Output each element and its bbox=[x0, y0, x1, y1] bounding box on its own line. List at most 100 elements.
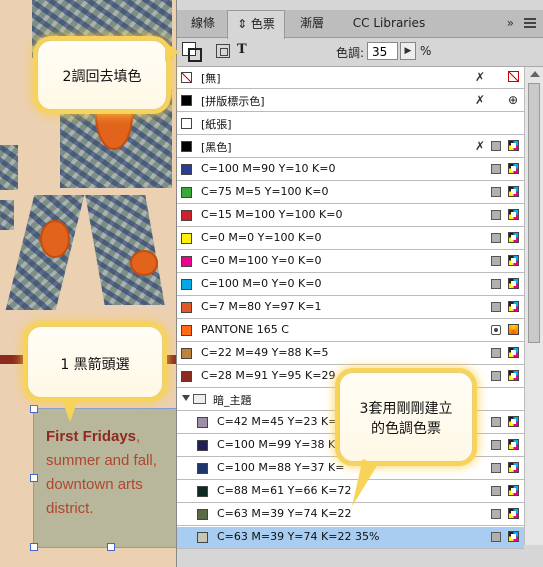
swatch-name: C=28 M=91 Y=95 K=29 bbox=[201, 369, 336, 382]
no-edit-icon: ✗ bbox=[475, 70, 486, 84]
process-color-icon bbox=[491, 463, 501, 473]
callout-right: 3套用剛剛建立的色調色票 bbox=[339, 372, 473, 462]
formatting-text-icon[interactable]: T bbox=[237, 42, 247, 57]
scroll-up-icon[interactable] bbox=[530, 71, 540, 77]
swatch-name: C=22 M=49 Y=88 K=5 bbox=[201, 346, 329, 359]
swatch-name: C=100 M=0 Y=0 K=0 bbox=[201, 277, 322, 290]
cmyk-mode-icon bbox=[508, 140, 519, 151]
swatch-name: C=7 M=80 Y=97 K=1 bbox=[201, 300, 322, 313]
stroke-box-icon[interactable] bbox=[188, 48, 202, 62]
frame-handle[interactable] bbox=[30, 405, 38, 413]
swatch-name: C=88 M=61 Y=66 K=72 bbox=[217, 484, 352, 497]
swatch-row[interactable]: C=0 M=100 Y=0 K=0 bbox=[177, 251, 524, 273]
process-color-icon bbox=[491, 371, 501, 381]
swatch-chip bbox=[181, 141, 192, 152]
frame-text-bold: First Fridays bbox=[46, 428, 137, 445]
swatch-name: C=42 M=45 Y=23 K=0 bbox=[217, 415, 345, 428]
swatch-chip bbox=[181, 325, 192, 336]
cmyk-mode-icon bbox=[508, 439, 519, 450]
process-color-icon bbox=[491, 210, 501, 220]
scroll-thumb[interactable] bbox=[528, 83, 540, 343]
swatch-name: C=15 M=100 Y=100 K=0 bbox=[201, 208, 343, 221]
callout-bottom-tail bbox=[62, 400, 78, 422]
swatch-name: C=0 M=0 Y=100 K=0 bbox=[201, 231, 322, 244]
swatch-row[interactable]: C=7 M=80 Y=97 K=1 bbox=[177, 297, 524, 319]
swatch-chip bbox=[197, 532, 208, 543]
frame-handle[interactable] bbox=[30, 543, 38, 551]
scrollbar[interactable] bbox=[524, 67, 543, 545]
swatch-name: [紙張] bbox=[201, 118, 232, 131]
tab-overflow-icon[interactable]: » bbox=[507, 10, 514, 37]
swatch-name: C=100 M=99 Y=38 K= bbox=[217, 438, 345, 451]
tab-swatches[interactable]: ⇕ 色票 bbox=[227, 10, 285, 39]
process-color-icon bbox=[491, 256, 501, 266]
process-color-icon bbox=[491, 164, 501, 174]
process-color-icon bbox=[491, 302, 501, 312]
swatch-row[interactable]: [拼版標示色] ✗ ⊕ bbox=[177, 90, 524, 112]
swatch-row[interactable]: C=100 M=90 Y=10 K=0 bbox=[177, 159, 524, 181]
swatch-chip bbox=[197, 440, 208, 451]
folder-icon bbox=[193, 394, 206, 404]
tint-arrow-icon[interactable]: ▶ bbox=[400, 42, 416, 60]
swatch-chip bbox=[197, 417, 208, 428]
swatch-row[interactable]: C=63 M=39 Y=74 K=22 bbox=[177, 504, 524, 526]
process-color-icon bbox=[491, 486, 501, 496]
spot-mode-icon bbox=[508, 324, 519, 335]
swatch-name: C=63 M=39 Y=74 K=22 35% bbox=[217, 530, 380, 543]
swatch-row[interactable]: C=0 M=0 Y=100 K=0 bbox=[177, 228, 524, 250]
swatch-row[interactable]: [黑色] ✗ bbox=[177, 136, 524, 158]
cmyk-mode-icon bbox=[508, 255, 519, 266]
swatch-chip bbox=[181, 233, 192, 244]
process-color-icon bbox=[491, 348, 501, 358]
frame-handle[interactable] bbox=[107, 543, 115, 551]
tint-input[interactable]: 35 bbox=[367, 42, 398, 60]
group-name: 暗_主題 bbox=[213, 394, 252, 407]
cmyk-mode-icon bbox=[508, 301, 519, 312]
swatch-name: C=100 M=90 Y=10 K=0 bbox=[201, 162, 336, 175]
mosaic-letter bbox=[0, 145, 18, 190]
tab-stroke[interactable]: 線條 bbox=[183, 10, 223, 37]
swatch-name: C=63 M=39 Y=74 K=22 bbox=[217, 507, 352, 520]
panel-tabs: 線條 ⇕ 色票 漸層 CC Libraries » bbox=[177, 10, 543, 39]
mosaic-letter bbox=[85, 195, 165, 305]
process-color-icon bbox=[491, 233, 501, 243]
tab-gradient[interactable]: 漸層 bbox=[289, 10, 335, 37]
swatch-name: [黑色] bbox=[201, 141, 232, 154]
swatch-chip bbox=[181, 210, 192, 221]
swatch-name: [拼版標示色] bbox=[201, 95, 265, 108]
swatch-row[interactable]: PANTONE 165 C bbox=[177, 320, 524, 342]
swatch-row[interactable]: C=100 M=0 Y=0 K=0 bbox=[177, 274, 524, 296]
swatch-chip bbox=[181, 95, 192, 106]
orange-slice bbox=[40, 220, 70, 258]
process-color-icon bbox=[491, 141, 501, 151]
process-color-icon bbox=[491, 417, 501, 427]
swatch-row[interactable]: C=15 M=100 Y=100 K=0 bbox=[177, 205, 524, 227]
cmyk-mode-icon bbox=[508, 186, 519, 197]
panel-menu-icon[interactable] bbox=[524, 18, 536, 28]
mosaic-letter bbox=[0, 200, 14, 230]
disclosure-triangle-icon[interactable] bbox=[182, 395, 190, 401]
tab-cc-libraries[interactable]: CC Libraries bbox=[343, 10, 435, 37]
swatch-row[interactable]: C=22 M=49 Y=88 K=5 bbox=[177, 343, 524, 365]
spot-color-icon bbox=[491, 325, 501, 335]
callout-bottom: 1 黑箭頭選 bbox=[27, 326, 163, 398]
swatch-chip bbox=[181, 118, 192, 129]
swatch-chip bbox=[197, 509, 208, 520]
process-color-icon bbox=[491, 509, 501, 519]
swatch-row-selected[interactable]: C=63 M=39 Y=74 K=22 35% bbox=[177, 527, 524, 549]
cmyk-mode-icon bbox=[508, 531, 519, 542]
fill-stroke-icon[interactable] bbox=[182, 42, 202, 62]
swatch-row[interactable]: [無] ✗ bbox=[177, 67, 524, 89]
frame-handle[interactable] bbox=[30, 474, 38, 482]
process-color-icon bbox=[491, 532, 501, 542]
swatch-row[interactable]: C=75 M=5 Y=100 K=0 bbox=[177, 182, 524, 204]
callout-top-text: 2調回去填色 bbox=[62, 69, 142, 85]
cmyk-mode-icon bbox=[508, 347, 519, 358]
swatch-row[interactable]: [紙張] bbox=[177, 113, 524, 135]
no-edit-icon: ✗ bbox=[475, 139, 486, 153]
orange-slice bbox=[130, 250, 158, 276]
swatch-name: PANTONE 165 C bbox=[201, 323, 289, 336]
formatting-container-icon[interactable] bbox=[216, 44, 230, 58]
cmyk-mode-icon bbox=[508, 416, 519, 427]
cmyk-mode-icon bbox=[508, 508, 519, 519]
